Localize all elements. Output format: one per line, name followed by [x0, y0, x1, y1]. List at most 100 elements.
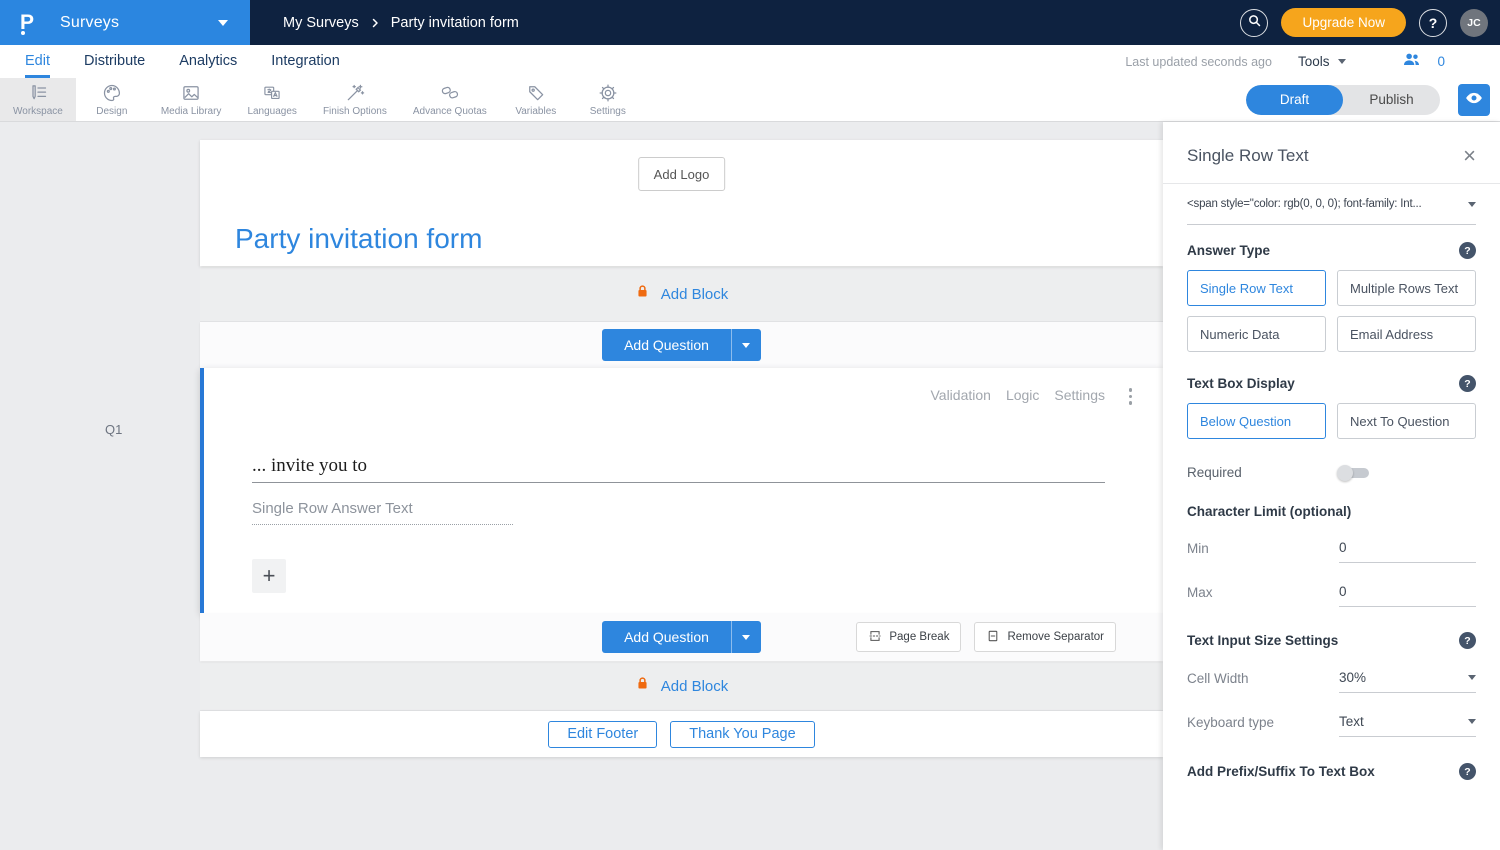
- toolbar-item-media-library[interactable]: Media Library: [148, 78, 235, 121]
- palette-icon: [102, 83, 122, 103]
- add-block-strip[interactable]: Add Block: [200, 266, 1163, 322]
- answer-type-heading: Answer Type: [1187, 243, 1271, 258]
- page-break-icon: [868, 629, 882, 646]
- add-question-strip: Add Question: [200, 322, 1163, 368]
- max-input[interactable]: 0: [1339, 584, 1476, 607]
- tab-integration[interactable]: Integration: [271, 45, 340, 78]
- draft-publish-toggle: Draft Publish: [1246, 84, 1440, 115]
- add-logo-button[interactable]: Add Logo: [637, 157, 726, 191]
- separator-controls: Page Break Remove Separator: [856, 622, 1116, 652]
- preview-button[interactable]: [1458, 83, 1490, 116]
- add-question-button[interactable]: Add Question: [602, 329, 731, 361]
- chevron-right-icon: [369, 17, 381, 29]
- required-toggle[interactable]: [1337, 464, 1369, 481]
- add-block-strip[interactable]: Add Block: [200, 661, 1163, 711]
- keyboard-type-select[interactable]: Text: [1339, 714, 1476, 737]
- toolbar-item-languages[interactable]: Languages: [234, 78, 310, 121]
- cell-width-select[interactable]: 30%: [1339, 670, 1476, 693]
- remove-separator-icon: [986, 629, 1000, 646]
- top-navbar: P Surveys My Surveys Party invitation fo…: [0, 0, 1500, 45]
- panel-title: Single Row Text: [1187, 146, 1309, 165]
- avatar[interactable]: JC: [1460, 8, 1488, 37]
- text-box-display-heading: Text Box Display: [1187, 376, 1295, 391]
- help-icon[interactable]: ?: [1459, 242, 1476, 259]
- tag-icon: [526, 83, 546, 103]
- add-element-button[interactable]: +: [252, 559, 286, 593]
- required-row: Required: [1187, 464, 1476, 481]
- page-break-button[interactable]: Page Break: [856, 622, 962, 652]
- survey-header-card[interactable]: Add Logo Party invitation form: [200, 140, 1163, 266]
- required-label: Required: [1187, 465, 1242, 480]
- text-box-display-options: Below Question Next To Question: [1187, 403, 1476, 439]
- breadcrumb-my-surveys[interactable]: My Surveys: [283, 15, 359, 31]
- option-next-to-question[interactable]: Next To Question: [1337, 403, 1476, 439]
- chevron-down-icon: [1468, 675, 1476, 680]
- tab-edit[interactable]: Edit: [25, 45, 50, 78]
- collaborators[interactable]: 0: [1402, 50, 1445, 74]
- add-question-dropdown[interactable]: [730, 621, 761, 653]
- kebab-menu-icon[interactable]: [1128, 388, 1132, 405]
- survey-title[interactable]: Party invitation form: [235, 223, 482, 255]
- editor-toolbar: Workspace Design Media Library Languages…: [0, 78, 1500, 122]
- question-card[interactable]: Validation Logic Settings ... invite you…: [200, 368, 1163, 613]
- logic-link[interactable]: Logic: [1006, 387, 1039, 403]
- thank-you-page-button[interactable]: Thank You Page: [670, 720, 815, 748]
- toolbar-item-advance-quotas[interactable]: Advance Quotas: [400, 78, 500, 121]
- question-style-dropdown[interactable]: <span style="color: rgb(0, 0, 0); font-f…: [1187, 184, 1476, 225]
- help-icon[interactable]: ?: [1459, 375, 1476, 392]
- draft-button[interactable]: Draft: [1246, 84, 1343, 115]
- remove-separator-button[interactable]: Remove Separator: [974, 622, 1116, 652]
- chevron-down-icon: [742, 634, 751, 640]
- breadcrumb-current: Party invitation form: [390, 14, 519, 31]
- survey-footer-strip: Edit Footer Thank You Page: [200, 711, 1163, 757]
- eye-icon: [1464, 88, 1484, 111]
- keyboard-type-value: Text: [1339, 714, 1364, 729]
- toolbar-item-workspace[interactable]: Workspace: [0, 78, 76, 121]
- workspace-icon: [28, 83, 48, 103]
- main-tabs: Edit Distribute Analytics Integration: [0, 45, 340, 78]
- option-below-question[interactable]: Below Question: [1187, 403, 1326, 439]
- help-icon[interactable]: ?: [1459, 632, 1476, 649]
- proprofs-logo-icon: P: [20, 10, 35, 35]
- option-numeric-data[interactable]: Numeric Data: [1187, 316, 1326, 352]
- add-question-button[interactable]: Add Question: [602, 621, 731, 653]
- min-input[interactable]: 0: [1339, 540, 1476, 563]
- translate-icon: [262, 83, 282, 103]
- upgrade-now-button[interactable]: Upgrade Now: [1281, 8, 1406, 37]
- option-multiple-rows-text[interactable]: Multiple Rows Text: [1337, 270, 1476, 306]
- text-box-display-header: Text Box Display ?: [1187, 375, 1476, 392]
- tab-analytics[interactable]: Analytics: [179, 45, 237, 78]
- question-style-value: <span style="color: rgb(0, 0, 0); font-f…: [1187, 198, 1422, 210]
- edit-footer-button[interactable]: Edit Footer: [548, 720, 658, 748]
- add-block-label: Add Block: [660, 285, 729, 303]
- question-text-input[interactable]: ... invite you to: [252, 455, 367, 477]
- publish-button[interactable]: Publish: [1343, 85, 1440, 115]
- add-question-split-button: Add Question: [602, 329, 761, 361]
- question-actions-strip: Add Question Page Break Remove Separator: [200, 613, 1163, 661]
- help-button[interactable]: ?: [1419, 8, 1447, 37]
- option-email-address[interactable]: Email Address: [1337, 316, 1476, 352]
- validation-link[interactable]: Validation: [930, 387, 990, 403]
- chevron-down-icon: [1338, 59, 1347, 64]
- tab-distribute[interactable]: Distribute: [84, 45, 145, 78]
- question-number: Q1: [105, 422, 123, 437]
- close-icon[interactable]: ×: [1463, 145, 1476, 167]
- answer-text-field[interactable]: Single Row Answer Text: [252, 500, 513, 525]
- toolbar-item-finish-options[interactable]: Finish Options: [310, 78, 400, 121]
- gear-icon: [598, 83, 618, 103]
- survey-builder-app: P Surveys My Surveys Party invitation fo…: [0, 0, 1500, 850]
- search-button[interactable]: [1240, 8, 1269, 37]
- toolbar-item-variables[interactable]: Variables: [500, 78, 572, 121]
- toolbar-item-settings[interactable]: Settings: [572, 78, 644, 121]
- toolbar-item-design[interactable]: Design: [76, 78, 148, 121]
- add-question-dropdown[interactable]: [730, 329, 761, 361]
- option-single-row-text[interactable]: Single Row Text: [1187, 270, 1326, 306]
- chevron-down-icon: [1468, 719, 1476, 724]
- product-switcher[interactable]: P Surveys: [0, 0, 250, 45]
- tools-menu[interactable]: Tools: [1298, 54, 1347, 69]
- help-icon[interactable]: ?: [1459, 763, 1476, 780]
- survey-canvas: Add Logo Party invitation form Add Block…: [200, 122, 1163, 757]
- max-label: Max: [1187, 585, 1213, 600]
- collaborator-count: 0: [1437, 54, 1445, 69]
- settings-link[interactable]: Settings: [1054, 387, 1105, 403]
